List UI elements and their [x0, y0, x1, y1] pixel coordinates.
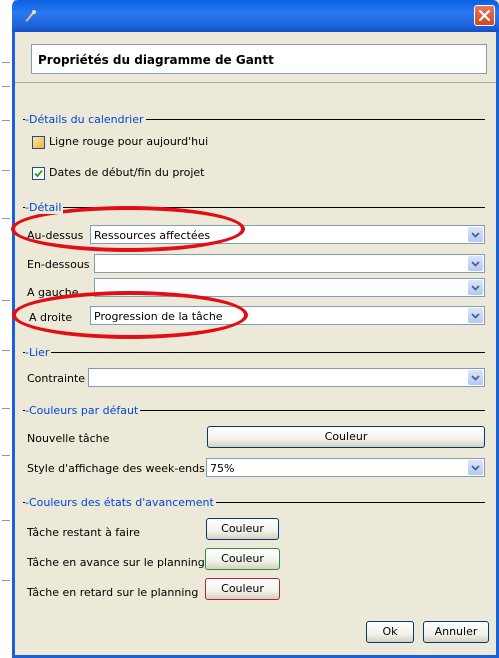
background-mark: [2, 520, 10, 521]
default-colors-section-text: Couleurs par défaut: [28, 404, 139, 417]
link-section-title: -Lier: [25, 346, 52, 359]
today-line-checkbox[interactable]: [32, 136, 45, 149]
dialog-title: Propriétés du diagramme de Gantt: [38, 53, 274, 67]
background-mark: [2, 86, 10, 87]
remaining-task-color-button[interactable]: Couleur: [206, 518, 279, 540]
gantt-properties-dialog: Propriétés du diagramme de Gantt -Détail…: [11, 32, 499, 658]
cancel-button[interactable]: Annuler: [423, 621, 489, 643]
chevron-down-icon: [471, 261, 480, 267]
dropdown-arrow[interactable]: [468, 256, 483, 271]
title-bar[interactable]: [12, 0, 499, 32]
weekend-style-select[interactable]: 75%: [206, 458, 485, 477]
background-mark: [2, 455, 10, 456]
detail-section-text: Détail: [28, 201, 62, 214]
checkmark-icon: [34, 169, 43, 178]
app-icon: [24, 10, 36, 23]
late-task-label: Tâche en retard sur le planning: [27, 586, 199, 599]
below-select[interactable]: [94, 254, 485, 273]
background-mark: [2, 350, 10, 351]
section-line: [23, 352, 485, 353]
chevron-down-icon: [471, 313, 480, 319]
progress-colors-section-text: Couleurs des états d'avancement: [28, 496, 214, 509]
dropdown-arrow[interactable]: [468, 370, 483, 385]
new-task-label: Nouvelle tâche: [27, 432, 110, 445]
ahead-task-color-button[interactable]: Couleur: [205, 548, 280, 570]
remaining-task-label: Tâche restant à faire: [27, 526, 141, 539]
dropdown-arrow[interactable]: [468, 280, 483, 295]
link-section-text: Lier: [28, 346, 50, 359]
ahead-task-label: Tâche en avance sur le planning: [27, 556, 205, 569]
chevron-down-icon: [471, 375, 480, 381]
weekend-style-label: Style d'affichage des week-ends: [27, 462, 205, 475]
chevron-down-icon: [471, 232, 480, 238]
dropdown-arrow[interactable]: [468, 227, 483, 242]
calendar-section-title: -Détails du calendrier: [25, 113, 146, 126]
project-dates-checkbox[interactable]: [32, 167, 45, 180]
dropdown-arrow[interactable]: [468, 308, 483, 323]
dialog-header: Propriétés du diagramme de Gantt: [31, 44, 487, 74]
calendar-section-text: Détails du calendrier: [28, 113, 144, 126]
header-separator: [15, 82, 496, 83]
background-mark: [2, 170, 10, 171]
background-mark: [2, 120, 10, 121]
chevron-down-icon: [471, 285, 480, 291]
ok-button[interactable]: Ok: [366, 621, 414, 643]
constraint-label: Contrainte: [27, 372, 86, 385]
constraint-select[interactable]: [88, 368, 485, 387]
default-colors-section-title: -Couleurs par défaut: [25, 404, 141, 417]
background-mark: [2, 580, 10, 581]
background-mark: [2, 62, 10, 63]
dropdown-arrow[interactable]: [468, 460, 483, 475]
weekend-style-value: 75%: [210, 462, 235, 475]
progress-colors-section-title: -Couleurs des états d'avancement: [25, 496, 216, 509]
late-task-color-button[interactable]: Couleur: [205, 578, 280, 600]
chevron-down-icon: [471, 465, 480, 471]
background-mark: [2, 408, 10, 409]
close-icon: [478, 9, 491, 22]
highlight-ellipse: [12, 291, 248, 339]
close-button[interactable]: [474, 5, 495, 26]
detail-section-title: -Détail: [25, 201, 64, 214]
project-dates-label: Dates de début/fin du projet: [49, 166, 205, 179]
below-label: En-dessous: [27, 258, 90, 271]
new-task-color-button[interactable]: Couleur: [207, 426, 485, 448]
background-mark: [2, 218, 10, 219]
background-mark: [2, 300, 10, 301]
today-line-label: Ligne rouge pour aujourd'hui: [49, 135, 209, 148]
